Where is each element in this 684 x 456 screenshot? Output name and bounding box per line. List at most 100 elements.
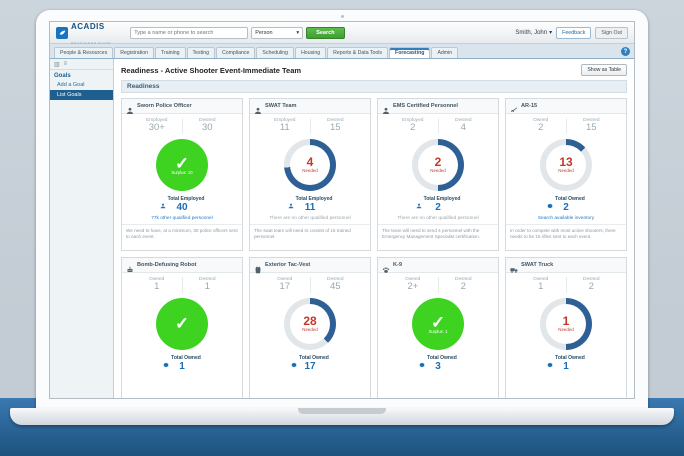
card-title: Bomb-Defusing Robot <box>137 262 196 268</box>
stat-value: 17 <box>260 282 310 293</box>
laptop-base <box>10 408 674 425</box>
card-ar-15: AR-15 Owned2 Desired15 ✓ 13 Needed <box>505 98 627 251</box>
needed-label: Needed <box>558 328 573 332</box>
qualified-personnel-note: There are no other qualified personnel <box>250 214 370 224</box>
surplus-label: Surplus: 1 <box>429 330 448 334</box>
card-k9: K-9 Owned2+ Desired2 ✓ Surplus: 1 <box>377 257 499 398</box>
brand-name: ACADIS <box>71 22 105 31</box>
tab-registration[interactable]: Registration <box>114 47 154 58</box>
total-value: 1 <box>508 361 624 373</box>
search-input[interactable] <box>130 27 248 39</box>
card-title: EMS Certified Personnel <box>393 103 458 109</box>
app-window: ACADIS READINESS SUITE Person ▾ Search S… <box>49 21 635 399</box>
user-menu[interactable]: Smith, John ▾ <box>515 29 552 36</box>
card-title: SWAT Truck <box>521 262 553 268</box>
stat-value: 30 <box>183 123 233 134</box>
needed-count: 4 <box>307 156 314 168</box>
readiness-gauge: ✓ 1 Needed <box>540 298 592 350</box>
sidebar-title: Goals <box>50 70 113 80</box>
acadis-logo-icon <box>56 27 68 39</box>
total-label: Total Owned <box>555 196 585 202</box>
stat-value: 1 <box>132 282 182 293</box>
card-sworn-police-officer: Sworn Police Officer Employed30+ Desired… <box>121 98 243 251</box>
inventory-box-icon <box>547 196 553 202</box>
qualified-personnel-note: There are no other qualified personnel <box>378 214 498 224</box>
show-as-table-button[interactable]: Show as Table <box>581 64 627 76</box>
tab-training[interactable]: Training <box>155 47 186 58</box>
stat-value: 1 <box>516 282 566 293</box>
surplus-label: Surplus: 10 <box>171 171 192 175</box>
help-icon[interactable]: ? <box>621 47 630 56</box>
needed-label: Needed <box>558 169 573 173</box>
personnel-badge-icon <box>288 196 294 202</box>
total-label: Total Owned <box>555 355 585 361</box>
person-icon <box>254 102 262 110</box>
truck-icon <box>510 261 518 269</box>
search-category-select[interactable]: Person ▾ <box>251 27 303 39</box>
total-value: 2 <box>508 202 624 214</box>
tab-scheduling[interactable]: Scheduling <box>256 47 294 58</box>
needed-count: 1 <box>563 315 570 327</box>
card-description: The team will need to send 4 personnel w… <box>378 224 498 244</box>
scene-background: ACADIS READINESS SUITE Person ▾ Search S… <box>0 0 684 456</box>
readiness-card-grid: Sworn Police Officer Employed30+ Desired… <box>121 98 627 398</box>
total-value: 1 <box>124 361 240 373</box>
needed-label: Needed <box>430 169 445 173</box>
stat-value: 4 <box>439 123 489 134</box>
total-value: 11 <box>252 202 368 214</box>
stat-value: 45 <box>311 282 361 293</box>
laptop-bezel: ACADIS READINESS SUITE Person ▾ Search S… <box>36 10 648 408</box>
total-value: 17 <box>252 361 368 373</box>
search-button[interactable]: Search <box>306 27 344 39</box>
chevron-down-icon: ▾ <box>296 30 299 36</box>
sidebar-menu-icon[interactable]: ≡ <box>64 61 68 67</box>
readiness-gauge: ✓ 13 Needed <box>540 139 592 191</box>
total-value: 40 <box>124 202 240 214</box>
needed-count: 13 <box>559 156 572 168</box>
webcam-dot <box>341 15 344 18</box>
total-label: Total Owned <box>171 355 201 361</box>
needed-count: 2 <box>435 156 442 168</box>
needed-label: Needed <box>302 328 317 332</box>
needed-label: Needed <box>302 169 317 173</box>
vest-icon <box>254 261 262 269</box>
card-swat-truck: SWAT Truck Owned1 Desired2 ✓ 1 Needed <box>505 257 627 398</box>
tab-people-resources[interactable]: People & Resources <box>54 47 113 58</box>
search-inventory-link[interactable]: Search available inventory <box>506 214 626 224</box>
chevron-down-icon: ▾ <box>549 29 552 36</box>
personnel-badge-icon <box>416 196 422 202</box>
readiness-gauge: ✓ 2 Needed <box>412 139 464 191</box>
needed-count: 28 <box>303 315 316 327</box>
tab-reports-data-tools[interactable]: Reports & Data Tools <box>327 47 388 58</box>
stat-value: 2 <box>388 123 438 134</box>
robot-icon <box>126 261 134 269</box>
sidebar-item-add-a-goal[interactable]: Add a Goal <box>50 80 113 90</box>
readiness-gauge: ✓ <box>156 298 208 350</box>
stat-value: 1 <box>183 282 233 293</box>
total-value: 3 <box>380 361 496 373</box>
readiness-section-header: Readiness <box>121 80 627 93</box>
tab-admin[interactable]: Admin <box>431 47 458 58</box>
sidebar: ▥ ≡ Goals Add a Goal List Goals <box>50 59 114 398</box>
readiness-gauge: ✓ Surplus: 1 <box>412 298 464 350</box>
tab-testing[interactable]: Testing <box>187 47 215 58</box>
stat-value: 2 <box>567 282 617 293</box>
inventory-box-icon <box>291 355 297 361</box>
qualified-personnel-link[interactable]: 77k other qualified personnel <box>122 214 242 224</box>
card-description: The swat team will need to consist of 15… <box>250 224 370 244</box>
inventory-box-icon <box>163 355 169 361</box>
tab-housing[interactable]: Housing <box>295 47 326 58</box>
card-description: In order to compete with most active sho… <box>506 224 626 244</box>
feedback-button[interactable]: Feedback <box>556 27 591 39</box>
card-swat-team: SWAT Team Employed11 Desired15 ✓ 4 Neede… <box>249 98 371 251</box>
top-chrome-bar: ACADIS READINESS SUITE Person ▾ Search S… <box>50 22 634 44</box>
page-title: Readiness - Active Shooter Event-Immedia… <box>121 66 301 75</box>
person-icon <box>126 102 134 110</box>
tab-forecasting[interactable]: Forecasting <box>389 47 430 58</box>
card-exterior-tac-vest: Exterior Tac-Vest Owned17 Desired45 ✓ 28… <box>249 257 371 398</box>
nav-tab-bar: People & Resources Registration Training… <box>50 44 634 59</box>
sidebar-item-list-goals[interactable]: List Goals <box>50 90 113 100</box>
sidebar-collapse-icon[interactable]: ▥ <box>54 61 60 68</box>
sign-out-button[interactable]: Sign Out <box>595 27 628 39</box>
tab-compliance[interactable]: Compliance <box>216 47 255 58</box>
